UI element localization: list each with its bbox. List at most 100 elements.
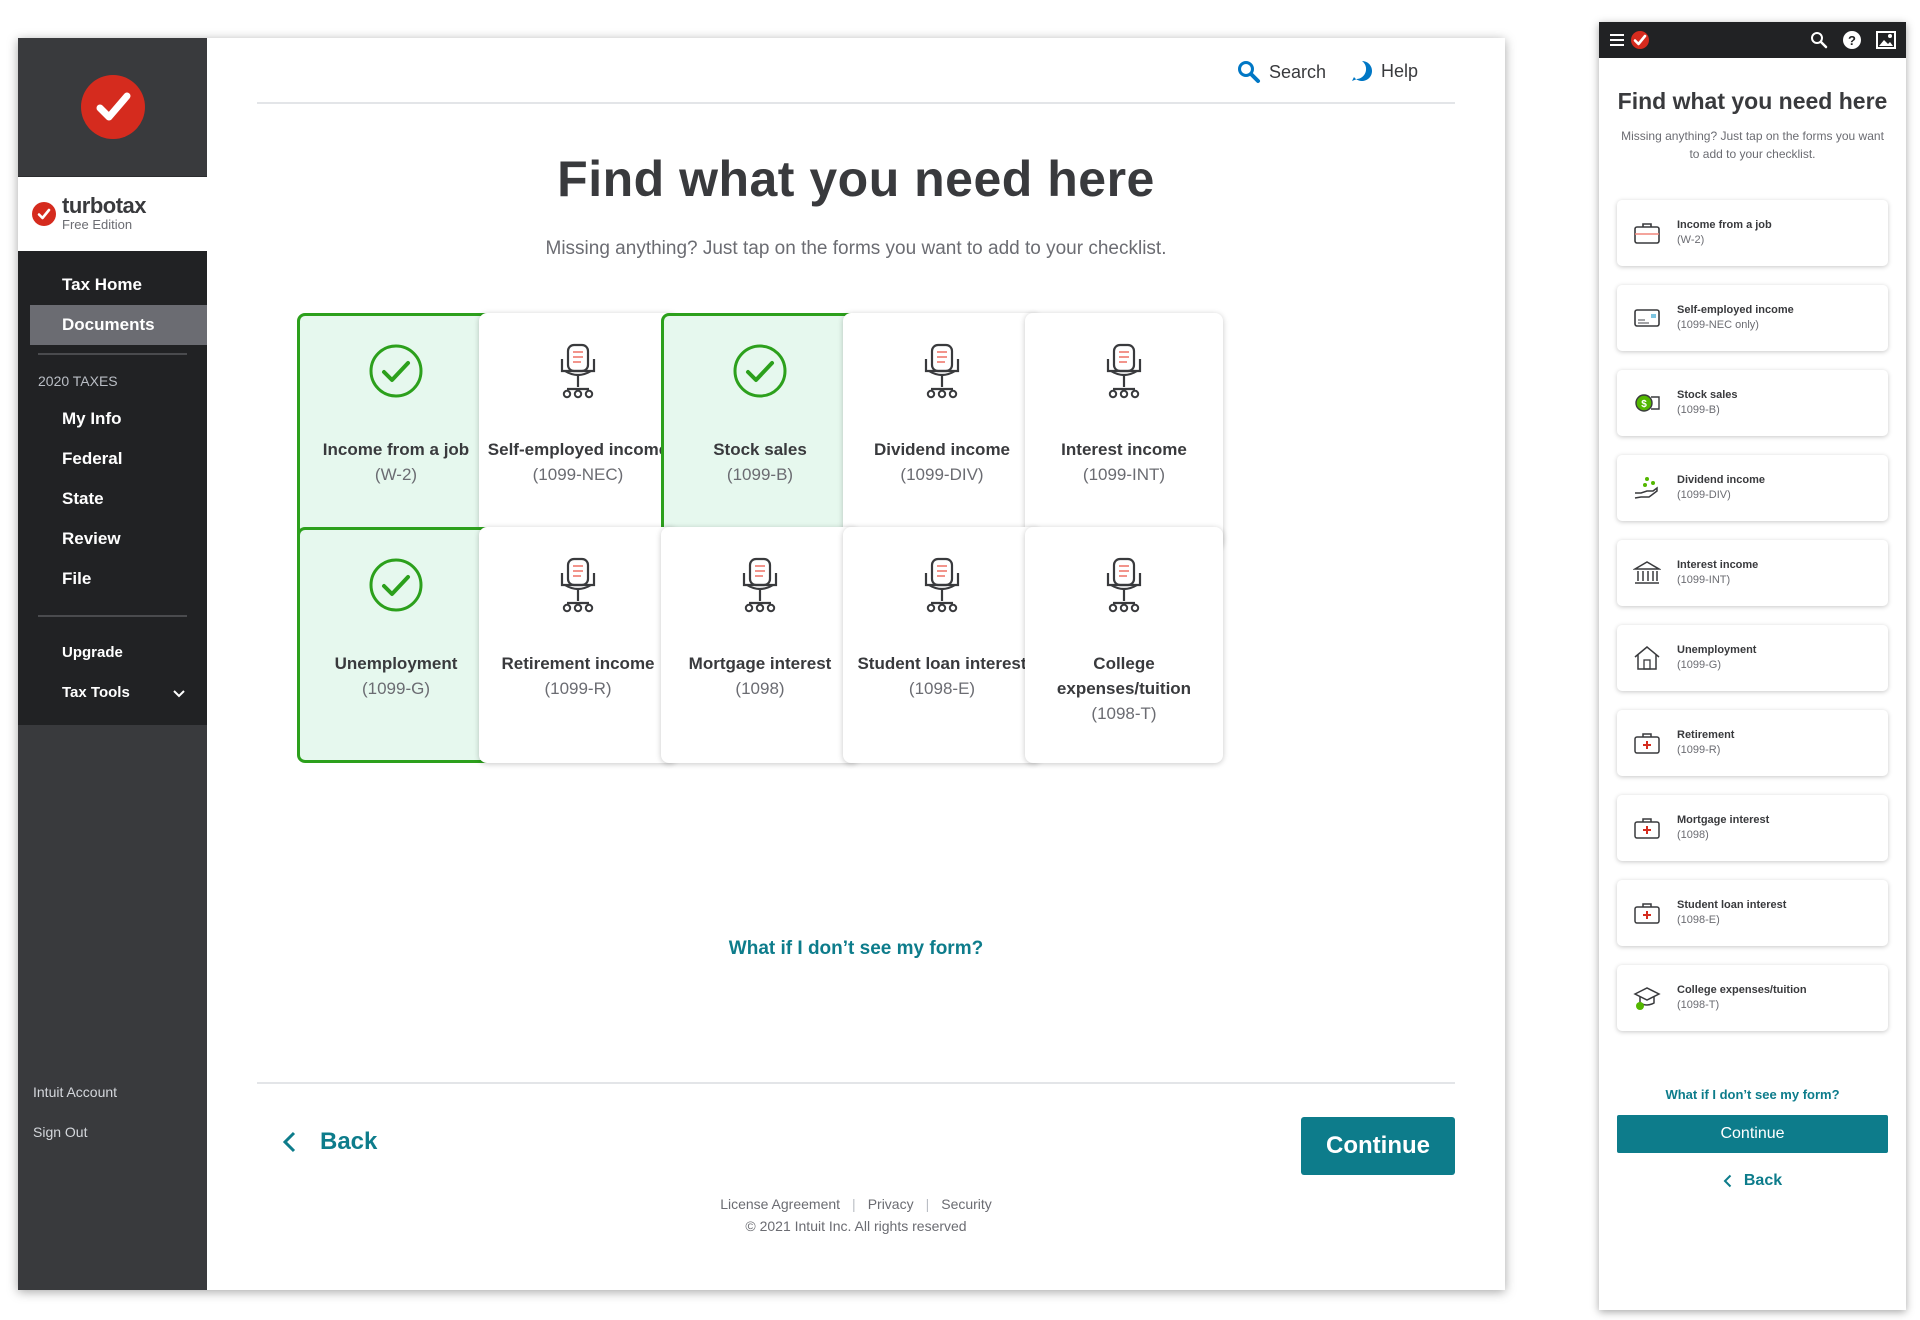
form-card-title: Income from a job xyxy=(322,440,470,459)
mobile-form-item-label: Unemployment (1099-G) xyxy=(1677,643,1756,673)
mobile-form-item-label: Interest income (1099-INT) xyxy=(1677,558,1758,588)
form-card[interactable]: Mortgage interest (1098) xyxy=(661,527,859,763)
document-image-icon[interactable] xyxy=(1876,31,1896,49)
security-link[interactable]: Security xyxy=(941,1196,992,1212)
graduation-cap-icon xyxy=(1617,985,1677,1011)
mobile-form-item[interactable]: Unemployment (1099-G) xyxy=(1617,625,1888,691)
sidebar-item-review[interactable]: Review xyxy=(18,519,207,559)
back-button[interactable]: Back xyxy=(282,1128,377,1156)
mobile-form-item-title: Dividend income xyxy=(1677,474,1766,486)
turbotax-logo-icon[interactable] xyxy=(80,75,145,139)
hand-coins-icon xyxy=(1617,475,1677,501)
mobile-form-item-title: Student loan interest xyxy=(1677,899,1787,911)
mobile-form-item-title: Unemployment xyxy=(1677,644,1757,656)
mobile-back-label: Back xyxy=(1743,1172,1783,1189)
checkmark-circle-icon xyxy=(664,343,856,413)
form-card-code: (1099-DIV) xyxy=(900,465,984,484)
mobile-page-title: Find what you need here xyxy=(1617,88,1888,114)
privacy-link[interactable]: Privacy xyxy=(868,1196,914,1212)
form-card-title: Self-employed income xyxy=(487,440,669,459)
checkmark-circle-icon xyxy=(300,343,492,413)
mobile-form-item[interactable]: Dividend income (1099-DIV) xyxy=(1617,455,1888,521)
search-link[interactable]: Search xyxy=(1237,60,1326,84)
form-card[interactable]: Interest income (1099-INT) xyxy=(1025,313,1223,549)
continue-button[interactable]: Continue xyxy=(1301,1117,1455,1175)
tax-tools-label: Tax Tools xyxy=(62,684,130,701)
form-card[interactable]: College expenses/tuition (1098-T) xyxy=(1025,527,1223,763)
mobile-form-item[interactable]: Self-employed income (1099-NEC only) xyxy=(1617,285,1888,351)
mobile-form-item[interactable]: Income from a job (W-2) xyxy=(1617,200,1888,266)
svg-text:$: $ xyxy=(1641,399,1647,410)
mobile-form-item[interactable]: College expenses/tuition (1098-T) xyxy=(1617,965,1888,1031)
main-content: Search ? Help Find what you need here Mi… xyxy=(207,38,1505,1290)
mobile-form-item[interactable]: Mortgage interest (1098) xyxy=(1617,795,1888,861)
office-chair-icon xyxy=(843,343,1041,413)
mobile-form-item-title: Mortgage interest xyxy=(1677,814,1770,826)
help-link[interactable]: ? Help xyxy=(1351,60,1418,82)
intuit-account-link[interactable]: Intuit Account xyxy=(33,1072,117,1112)
license-agreement-link[interactable]: License Agreement xyxy=(720,1196,840,1212)
form-card[interactable]: Stock sales (1099-B) xyxy=(661,313,859,549)
form-card-title: Interest income xyxy=(1061,440,1187,459)
sign-out-link[interactable]: Sign Out xyxy=(33,1112,117,1152)
brand-name: turbotax xyxy=(62,193,147,218)
mobile-form-item-code: (1099-INT) xyxy=(1677,574,1731,586)
form-card-code: (1098-T) xyxy=(1091,704,1157,723)
mobile-page-subtitle: Missing anything? Just tap on the forms … xyxy=(1621,129,1884,161)
form-card[interactable]: Unemployment (1099-G) xyxy=(297,527,495,763)
mobile-window: ? Find what you need here Missing anythi… xyxy=(1599,22,1906,1310)
mobile-form-item-label: Mortgage interest (1098) xyxy=(1677,813,1769,843)
help-icon[interactable]: ? xyxy=(1842,30,1862,50)
mobile-form-item-title: College expenses/tuition xyxy=(1677,984,1807,996)
form-card[interactable]: Retirement income (1099-R) xyxy=(479,527,677,763)
back-label: Back xyxy=(320,1128,378,1155)
what-if-link[interactable]: What if I don’t see my form? xyxy=(207,938,1505,960)
mobile-back-button[interactable]: Back xyxy=(1599,1172,1906,1190)
mobile-form-item[interactable]: Retirement (1099-R) xyxy=(1617,710,1888,776)
form-card-label: Self-employed income (1099-NEC) xyxy=(487,437,669,487)
form-card-title: Retirement income xyxy=(501,654,655,673)
sidebar-item-state[interactable]: State xyxy=(18,479,207,519)
mobile-form-item-code: (1099-R) xyxy=(1677,744,1721,756)
form-card-code: (1099-R) xyxy=(544,679,612,698)
form-card-code: (1098-E) xyxy=(908,679,976,698)
sidebar-item-tax-home[interactable]: Tax Home xyxy=(18,265,207,305)
mobile-form-item[interactable]: $ Stock sales (1099-B) xyxy=(1617,370,1888,436)
sidebar-item-documents[interactable]: Documents xyxy=(30,305,207,345)
sidebar-item-federal[interactable]: Federal xyxy=(18,439,207,479)
form-card[interactable]: Student loan interest (1098-E) xyxy=(843,527,1041,763)
hamburger-menu-icon[interactable] xyxy=(1609,33,1625,47)
footer-divider xyxy=(257,1082,1455,1084)
form-card[interactable]: Income from a job (W-2) xyxy=(297,313,495,549)
form-card[interactable]: Dividend income (1099-DIV) xyxy=(843,313,1041,549)
help-label: Help xyxy=(1381,60,1419,81)
form-card-title: College expenses/tuition xyxy=(1056,654,1192,698)
house-icon xyxy=(1617,645,1677,671)
mobile-form-item[interactable]: Interest income (1099-INT) xyxy=(1617,540,1888,606)
sidebar-item-tax-tools[interactable]: Tax Tools xyxy=(18,673,207,713)
form-card-label: Retirement income (1099-R) xyxy=(487,651,669,701)
mobile-what-if-link[interactable]: What if I don’t see my form? xyxy=(1599,1087,1906,1102)
office-chair-icon xyxy=(479,557,677,627)
page-subtitle: Missing anything? Just tap on the forms … xyxy=(545,238,1167,259)
turbotax-logo-icon[interactable] xyxy=(1631,31,1649,49)
mobile-form-item-code: (1098-T) xyxy=(1677,999,1720,1011)
svg-text:?: ? xyxy=(1848,33,1856,48)
mobile-continue-button[interactable]: Continue xyxy=(1617,1115,1888,1153)
form-card[interactable]: Self-employed income (1099-NEC) xyxy=(479,313,677,549)
account-links: Intuit Account Sign Out xyxy=(33,1072,117,1152)
logo-area xyxy=(18,38,207,177)
sidebar-item-upgrade[interactable]: Upgrade xyxy=(18,633,207,673)
mobile-form-item-label: Stock sales (1099-B) xyxy=(1677,388,1738,418)
search-icon[interactable] xyxy=(1810,31,1828,49)
sidebar-item-file[interactable]: File xyxy=(18,559,207,599)
mobile-form-item-code: (W-2) xyxy=(1677,234,1705,246)
sidebar-nav: Tax Home Documents 2020 TAXES My Info Fe… xyxy=(18,251,207,725)
form-card-code: (1098) xyxy=(735,679,785,698)
sidebar-item-my-info[interactable]: My Info xyxy=(18,399,207,439)
mobile-top-bar: ? xyxy=(1599,22,1906,58)
mobile-form-item-label: Self-employed income (1099-NEC only) xyxy=(1677,303,1794,333)
svg-text:?: ? xyxy=(1358,64,1366,79)
mobile-form-item-code: (1099-NEC only) xyxy=(1677,319,1759,331)
mobile-form-item[interactable]: Student loan interest (1098-E) xyxy=(1617,880,1888,946)
